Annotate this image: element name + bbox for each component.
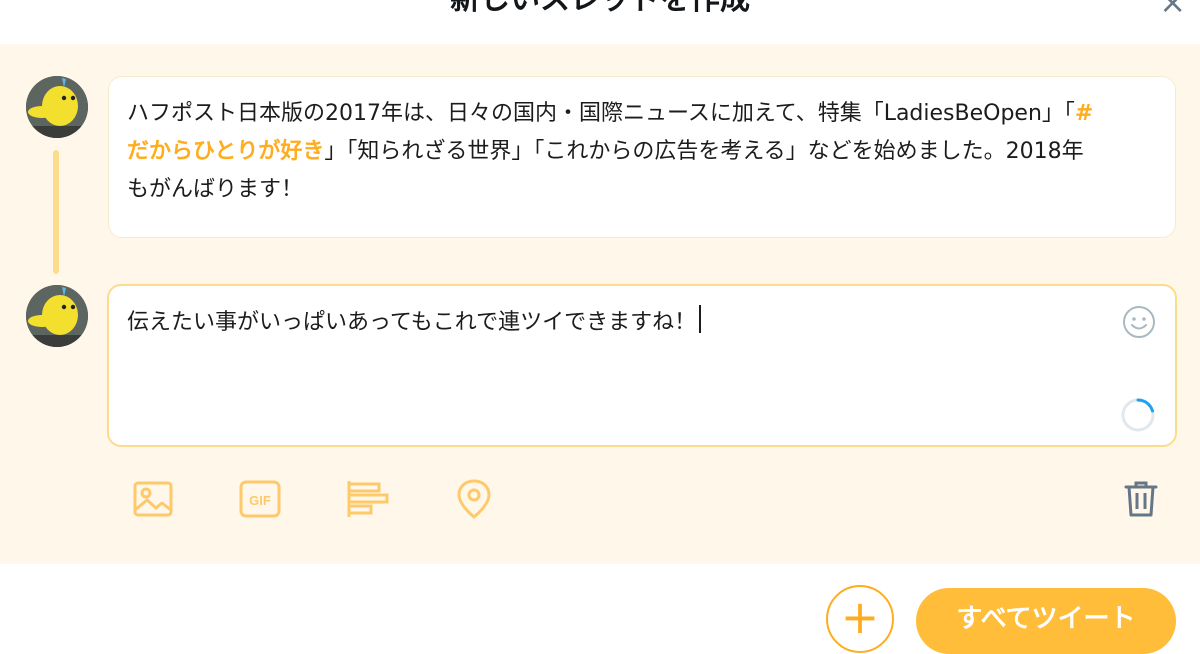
tweet-input-2[interactable]: 伝えたい事がいっぱいあってもこれで連ツイできますね！ [127,304,1105,342]
add-image-button[interactable] [130,476,176,522]
dialog-title: 新しいスレッドを作成 [0,0,1200,22]
image-icon [133,481,173,517]
add-location-button[interactable] [451,476,497,522]
emoji-button[interactable] [1121,304,1157,340]
thread-line [53,150,59,274]
delete-tweet-button[interactable] [1118,476,1164,522]
tweet-box-2[interactable]: 伝えたい事がいっぱいあってもこれで連ツイできますね！ [107,284,1177,447]
emoji-icon [1123,306,1155,338]
tweet-box-1[interactable]: ハフポスト日本版の2017年は、日々の国内・国際ニュースに加えて、特集「Ladi… [108,76,1176,238]
avatar [26,285,88,347]
character-counter [1119,396,1157,434]
poll-icon [347,481,389,517]
gif-icon: GIF [239,480,281,518]
avatar [26,76,88,138]
bird-avatar-icon [26,76,88,138]
add-gif-button[interactable]: GIF [237,476,283,522]
add-poll-button[interactable] [344,476,390,522]
add-tweet-button[interactable]: + [826,585,894,653]
progress-ring-icon [1121,398,1155,432]
dialog-header: 新しいスレッドを作成 × [0,0,1200,45]
tweet-all-button[interactable]: すべてツイート [916,588,1176,654]
bird-avatar-icon [26,285,88,347]
location-icon [457,479,491,519]
close-button[interactable]: × [1159,0,1186,22]
trash-icon [1124,481,1158,517]
text-caret [699,305,702,333]
tweet-text-1[interactable]: ハフポスト日本版の2017年は、日々の国内・国際ニュースに加えて、特集「Ladi… [127,95,1105,209]
gif-label: GIF [249,493,271,508]
